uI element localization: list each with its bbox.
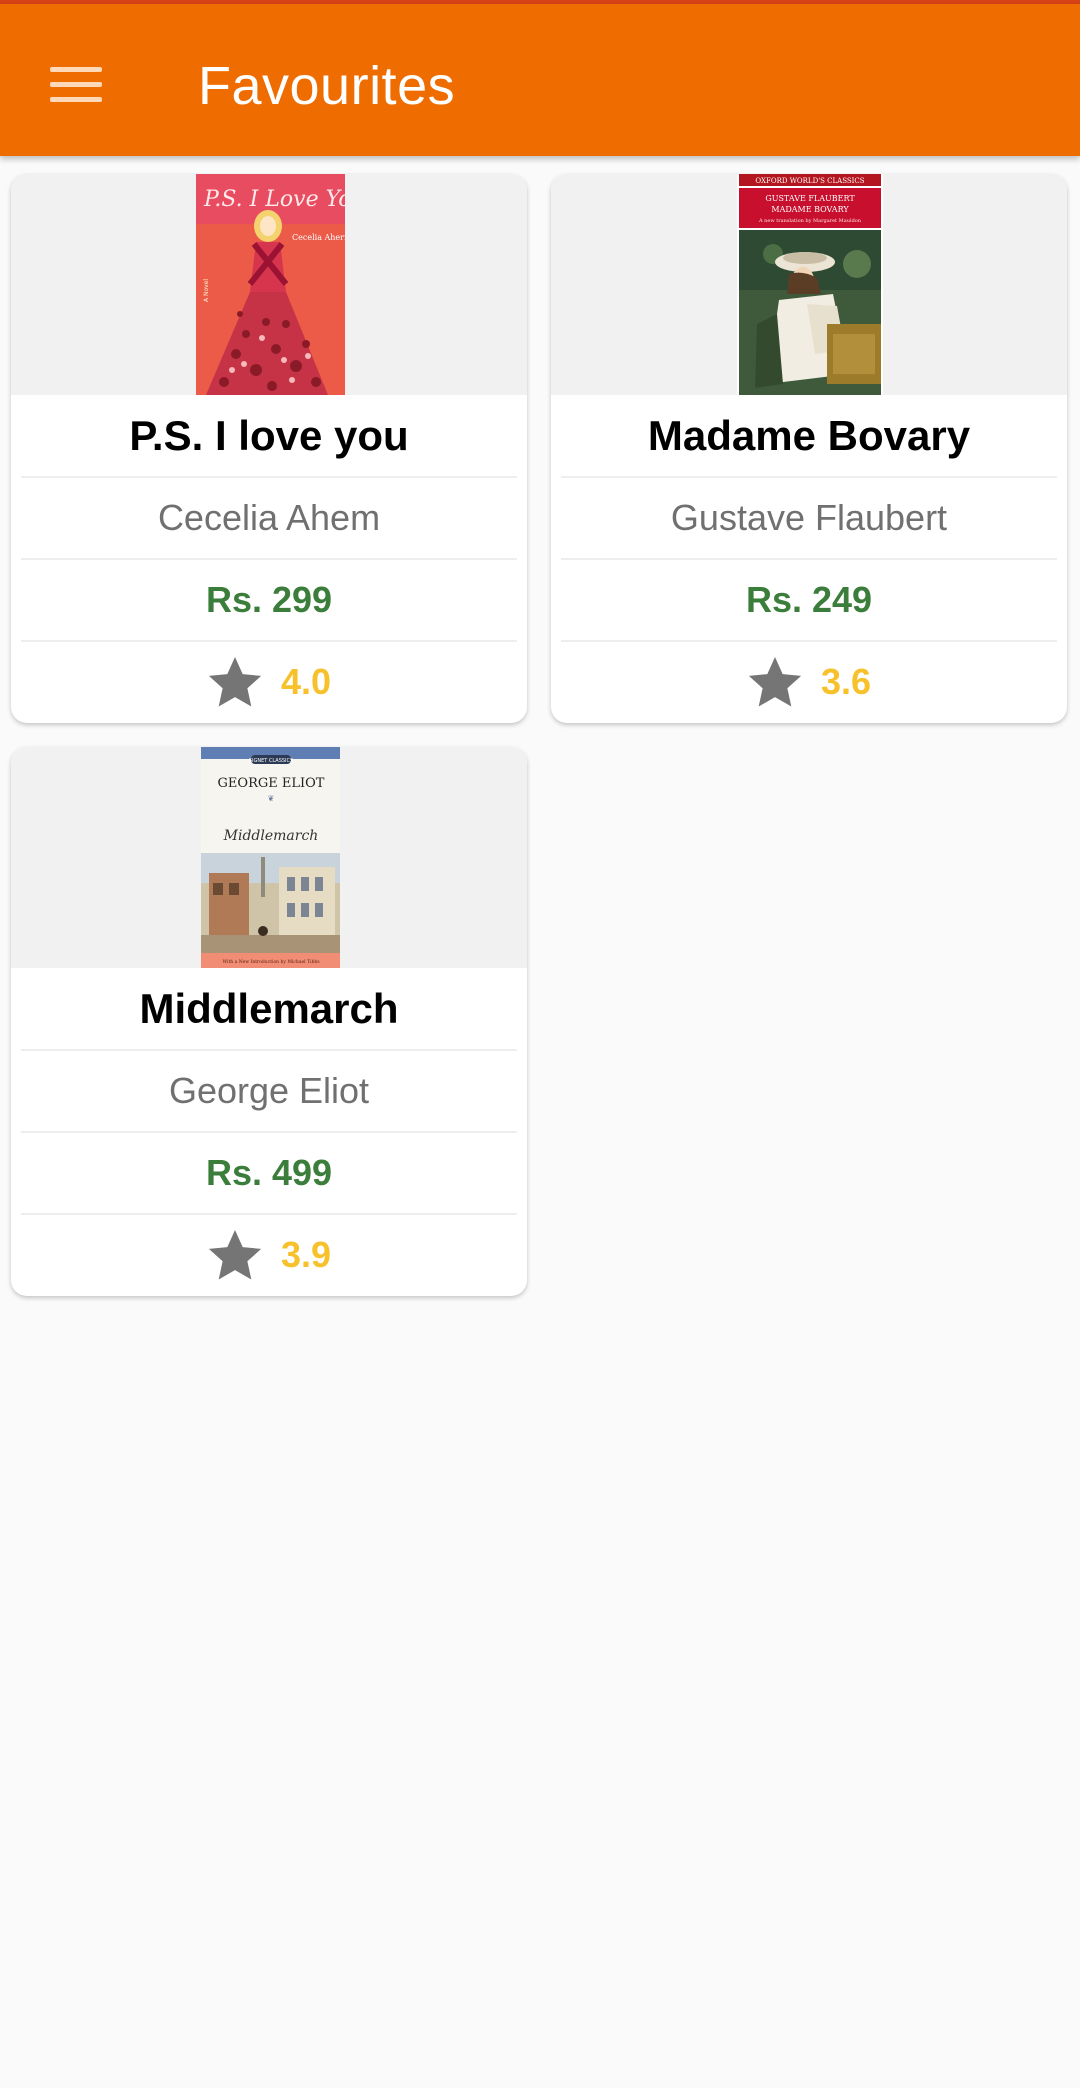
book-author: Gustave Flaubert — [670, 496, 948, 538]
book-price: Rs. 499 — [205, 1151, 333, 1193]
cover-author-text: GEORGE ELIOT — [218, 776, 325, 791]
star-icon — [207, 1228, 263, 1282]
cover-title-text: P.S. I Love You — [203, 187, 345, 212]
book-title-row: Middlemarch — [11, 968, 527, 1049]
app-bar: Favourites — [0, 4, 1080, 156]
rating: 4.0 — [207, 655, 331, 709]
cover-subtitle-text: A new translation by Margaret Mauldon — [758, 218, 862, 224]
book-card[interactable]: P.S. I Love You Cecelia Ahern A Novel — [11, 174, 527, 723]
rating-value: 3.6 — [820, 660, 872, 702]
book-rating-row: 3.6 — [551, 641, 1067, 722]
rating-value: 4.0 — [280, 660, 332, 702]
cover-series-text: OXFORD WORLD'S CLASSICS — [755, 177, 864, 185]
rating: 3.6 — [747, 655, 871, 709]
cover-title-text: Middlemarch — [223, 828, 319, 844]
cover-intro-text: With a New Introduction by Michael Tibbs — [222, 959, 320, 965]
book-author: George Eliot — [168, 1069, 370, 1111]
book-price: Rs. 249 — [745, 578, 873, 620]
book-title: Middlemarch — [139, 984, 399, 1032]
book-price-row: Rs. 299 — [11, 559, 527, 640]
book-author-row: George Eliot — [11, 1050, 527, 1131]
menu-icon-line — [50, 66, 102, 72]
book-title-row: Madame Bovary — [551, 395, 1067, 476]
menu-icon-line — [50, 96, 102, 102]
star-icon — [207, 655, 263, 709]
book-rating-row: 4.0 — [11, 641, 527, 722]
book-price-row: Rs. 249 — [551, 559, 1067, 640]
svg-text:❦: ❦ — [268, 794, 275, 803]
book-card[interactable]: SIGNET CLASSICS GEORGE ELIOT ❦ Middlemar… — [11, 747, 527, 1296]
menu-icon-line — [50, 81, 102, 87]
book-card[interactable]: OXFORD WORLD'S CLASSICS GUSTAVE FLAUBERT… — [551, 174, 1067, 723]
book-cover-image: P.S. I Love You Cecelia Ahern A Novel — [196, 174, 345, 395]
book-rating-row: 3.9 — [11, 1214, 527, 1295]
rating-value: 3.9 — [280, 1233, 332, 1275]
book-author: Cecelia Ahem — [157, 496, 381, 538]
star-icon — [747, 655, 803, 709]
book-price-row: Rs. 499 — [11, 1132, 527, 1213]
book-cover-image: SIGNET CLASSICS GEORGE ELIOT ❦ Middlemar… — [201, 747, 340, 968]
rating: 3.9 — [207, 1228, 331, 1282]
cover-author-text: Cecelia Ahern — [292, 233, 345, 242]
book-cover-area: OXFORD WORLD'S CLASSICS GUSTAVE FLAUBERT… — [551, 174, 1067, 395]
cover-title-text: MADAME BOVARY — [771, 205, 849, 214]
book-author-row: Gustave Flaubert — [551, 477, 1067, 558]
cover-tag-text: A Novel — [203, 279, 210, 302]
book-title: P.S. I love you — [129, 411, 409, 459]
book-price: Rs. 299 — [205, 578, 333, 620]
book-cover-area: P.S. I Love You Cecelia Ahern A Novel — [11, 174, 527, 395]
cover-author-text: GUSTAVE FLAUBERT — [765, 194, 855, 203]
book-cover-area: SIGNET CLASSICS GEORGE ELIOT ❦ Middlemar… — [11, 747, 527, 968]
book-title: Madame Bovary — [647, 411, 971, 459]
book-title-row: P.S. I love you — [11, 395, 527, 476]
book-cover-image: OXFORD WORLD'S CLASSICS GUSTAVE FLAUBERT… — [737, 174, 883, 395]
cover-publisher-text: SIGNET CLASSICS — [249, 758, 293, 764]
page-title: Favourites — [198, 56, 456, 116]
book-author-row: Cecelia Ahem — [11, 477, 527, 558]
menu-icon[interactable] — [38, 48, 114, 120]
